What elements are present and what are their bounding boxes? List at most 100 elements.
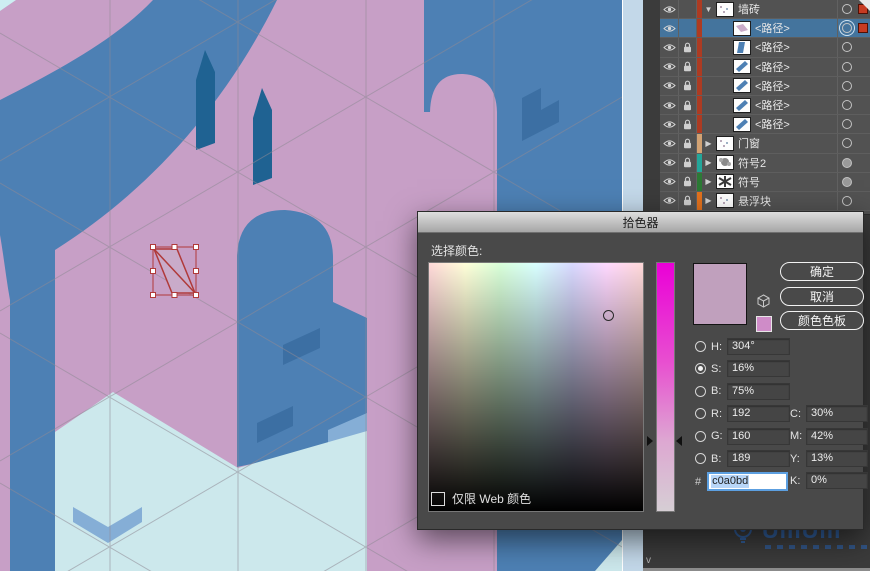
visibility-toggle[interactable] bbox=[660, 172, 679, 191]
layer-thumbnail[interactable] bbox=[732, 38, 751, 56]
layer-thumbnail[interactable] bbox=[715, 134, 734, 152]
layer-row[interactable]: ▼ 墙砖 bbox=[660, 0, 870, 20]
color-field-marker[interactable] bbox=[603, 310, 614, 321]
layer-thumbnail[interactable] bbox=[715, 154, 734, 172]
target-circle[interactable] bbox=[837, 76, 856, 95]
disclosure-triangle[interactable]: ▶ bbox=[702, 134, 715, 152]
layer-thumbnail[interactable] bbox=[732, 96, 751, 114]
layer-row[interactable]: <路径> bbox=[660, 19, 870, 39]
layer-row[interactable]: ▶ 符号2 bbox=[660, 153, 870, 173]
target-circle[interactable] bbox=[837, 191, 856, 211]
disclosure-triangle[interactable]: ▶ bbox=[702, 154, 715, 172]
layer-thumbnail[interactable] bbox=[732, 58, 751, 76]
target-circle[interactable] bbox=[837, 134, 856, 153]
layer-thumbnail[interactable] bbox=[732, 77, 751, 95]
layer-name[interactable]: <路径> bbox=[751, 39, 837, 55]
radio-button[interactable] bbox=[695, 341, 706, 352]
value-input[interactable]: 192 bbox=[727, 405, 790, 423]
layer-row[interactable]: ▶ 悬浮块 bbox=[660, 191, 870, 212]
layer-name[interactable]: 墙砖 bbox=[734, 1, 837, 17]
layer-name[interactable]: <路径> bbox=[751, 20, 837, 36]
slider-arrow-left[interactable] bbox=[647, 436, 653, 446]
disclosure-triangle[interactable]: ▼ bbox=[702, 0, 715, 18]
lock-toggle[interactable] bbox=[679, 19, 697, 38]
layer-name[interactable]: 符号 bbox=[734, 174, 837, 190]
web-only-checkbox[interactable] bbox=[431, 491, 445, 506]
lock-toggle[interactable] bbox=[679, 115, 697, 134]
value-input[interactable]: 30% bbox=[806, 405, 868, 423]
lock-toggle[interactable] bbox=[679, 153, 697, 172]
layer-thumbnail[interactable] bbox=[732, 115, 751, 133]
ok-button[interactable]: 确定 bbox=[780, 262, 864, 281]
lock-toggle[interactable] bbox=[679, 95, 697, 115]
radio-button[interactable] bbox=[695, 385, 706, 397]
target-circle[interactable] bbox=[837, 0, 856, 19]
visibility-toggle[interactable] bbox=[660, 76, 679, 95]
visibility-toggle[interactable] bbox=[660, 38, 679, 57]
scroll-down-icon[interactable]: v bbox=[646, 555, 651, 566]
layer-row[interactable]: <路径> bbox=[660, 57, 870, 77]
disclosure-triangle[interactable]: ▶ bbox=[702, 192, 715, 210]
web-safe-swatch[interactable] bbox=[756, 316, 772, 332]
layer-row[interactable]: <路径> bbox=[660, 38, 870, 58]
disclosure-triangle[interactable] bbox=[702, 38, 715, 56]
lock-toggle[interactable] bbox=[679, 57, 697, 76]
target-circle[interactable] bbox=[837, 95, 856, 115]
layer-name[interactable]: 符号2 bbox=[734, 155, 837, 171]
color-swatches-button[interactable]: 颜色色板 bbox=[780, 311, 864, 330]
layer-name[interactable]: 门窗 bbox=[734, 135, 837, 151]
layer-name[interactable]: <路径> bbox=[751, 78, 837, 94]
target-circle[interactable] bbox=[837, 57, 856, 76]
value-input[interactable]: 42% bbox=[806, 427, 868, 445]
layer-name[interactable]: <路径> bbox=[751, 59, 837, 75]
value-input[interactable]: 75% bbox=[727, 382, 790, 400]
radio-button[interactable] bbox=[695, 453, 706, 464]
disclosure-triangle[interactable]: ▶ bbox=[702, 173, 715, 191]
layer-name[interactable]: 悬浮块 bbox=[734, 193, 837, 209]
value-input[interactable]: 189 bbox=[727, 450, 790, 467]
value-input[interactable]: 16% bbox=[727, 360, 790, 378]
layer-row[interactable]: <路径> bbox=[660, 76, 870, 96]
radio-button[interactable] bbox=[695, 363, 706, 375]
lock-toggle[interactable] bbox=[679, 134, 697, 153]
visibility-toggle[interactable] bbox=[660, 95, 679, 115]
dialog-titlebar[interactable]: 拾色器 bbox=[418, 212, 863, 233]
target-circle[interactable] bbox=[837, 172, 856, 191]
layer-thumbnail[interactable] bbox=[715, 173, 734, 191]
lock-toggle[interactable] bbox=[679, 76, 697, 95]
visibility-toggle[interactable] bbox=[660, 0, 679, 19]
cancel-button[interactable]: 取消 bbox=[780, 287, 864, 306]
web-color-cube-icon[interactable] bbox=[757, 294, 770, 308]
value-input[interactable]: 0% bbox=[806, 472, 868, 490]
visibility-toggle[interactable] bbox=[660, 57, 679, 76]
layer-row[interactable]: <路径> bbox=[660, 115, 870, 135]
value-input[interactable]: 13% bbox=[806, 450, 868, 467]
target-circle[interactable] bbox=[837, 38, 856, 57]
value-input[interactable]: 160 bbox=[727, 427, 790, 445]
layer-name[interactable]: <路径> bbox=[751, 116, 837, 132]
disclosure-triangle[interactable] bbox=[702, 58, 715, 76]
visibility-toggle[interactable] bbox=[660, 134, 679, 153]
slider-arrow-right[interactable] bbox=[676, 436, 682, 446]
radio-button[interactable] bbox=[695, 408, 706, 420]
hex-input[interactable]: c0a0bd bbox=[707, 472, 789, 491]
lock-toggle[interactable] bbox=[679, 191, 697, 211]
value-input[interactable]: 304° bbox=[727, 338, 790, 355]
radio-button[interactable] bbox=[695, 430, 706, 442]
layer-thumbnail[interactable] bbox=[715, 0, 734, 18]
lock-toggle[interactable] bbox=[679, 172, 697, 191]
disclosure-triangle[interactable] bbox=[702, 115, 715, 133]
disclosure-triangle[interactable] bbox=[702, 19, 715, 37]
target-circle[interactable] bbox=[837, 115, 856, 134]
lock-toggle[interactable] bbox=[679, 0, 697, 19]
layer-row[interactable]: ▶ 门窗 bbox=[660, 134, 870, 154]
visibility-toggle[interactable] bbox=[660, 115, 679, 134]
visibility-toggle[interactable] bbox=[660, 153, 679, 172]
target-circle[interactable] bbox=[837, 19, 856, 38]
target-circle[interactable] bbox=[837, 153, 856, 172]
saturation-slider[interactable] bbox=[656, 262, 675, 512]
layer-thumbnail[interactable] bbox=[732, 19, 751, 37]
visibility-toggle[interactable] bbox=[660, 19, 679, 38]
layer-row[interactable]: ▶ 符号 bbox=[660, 172, 870, 192]
disclosure-triangle[interactable] bbox=[702, 77, 715, 95]
